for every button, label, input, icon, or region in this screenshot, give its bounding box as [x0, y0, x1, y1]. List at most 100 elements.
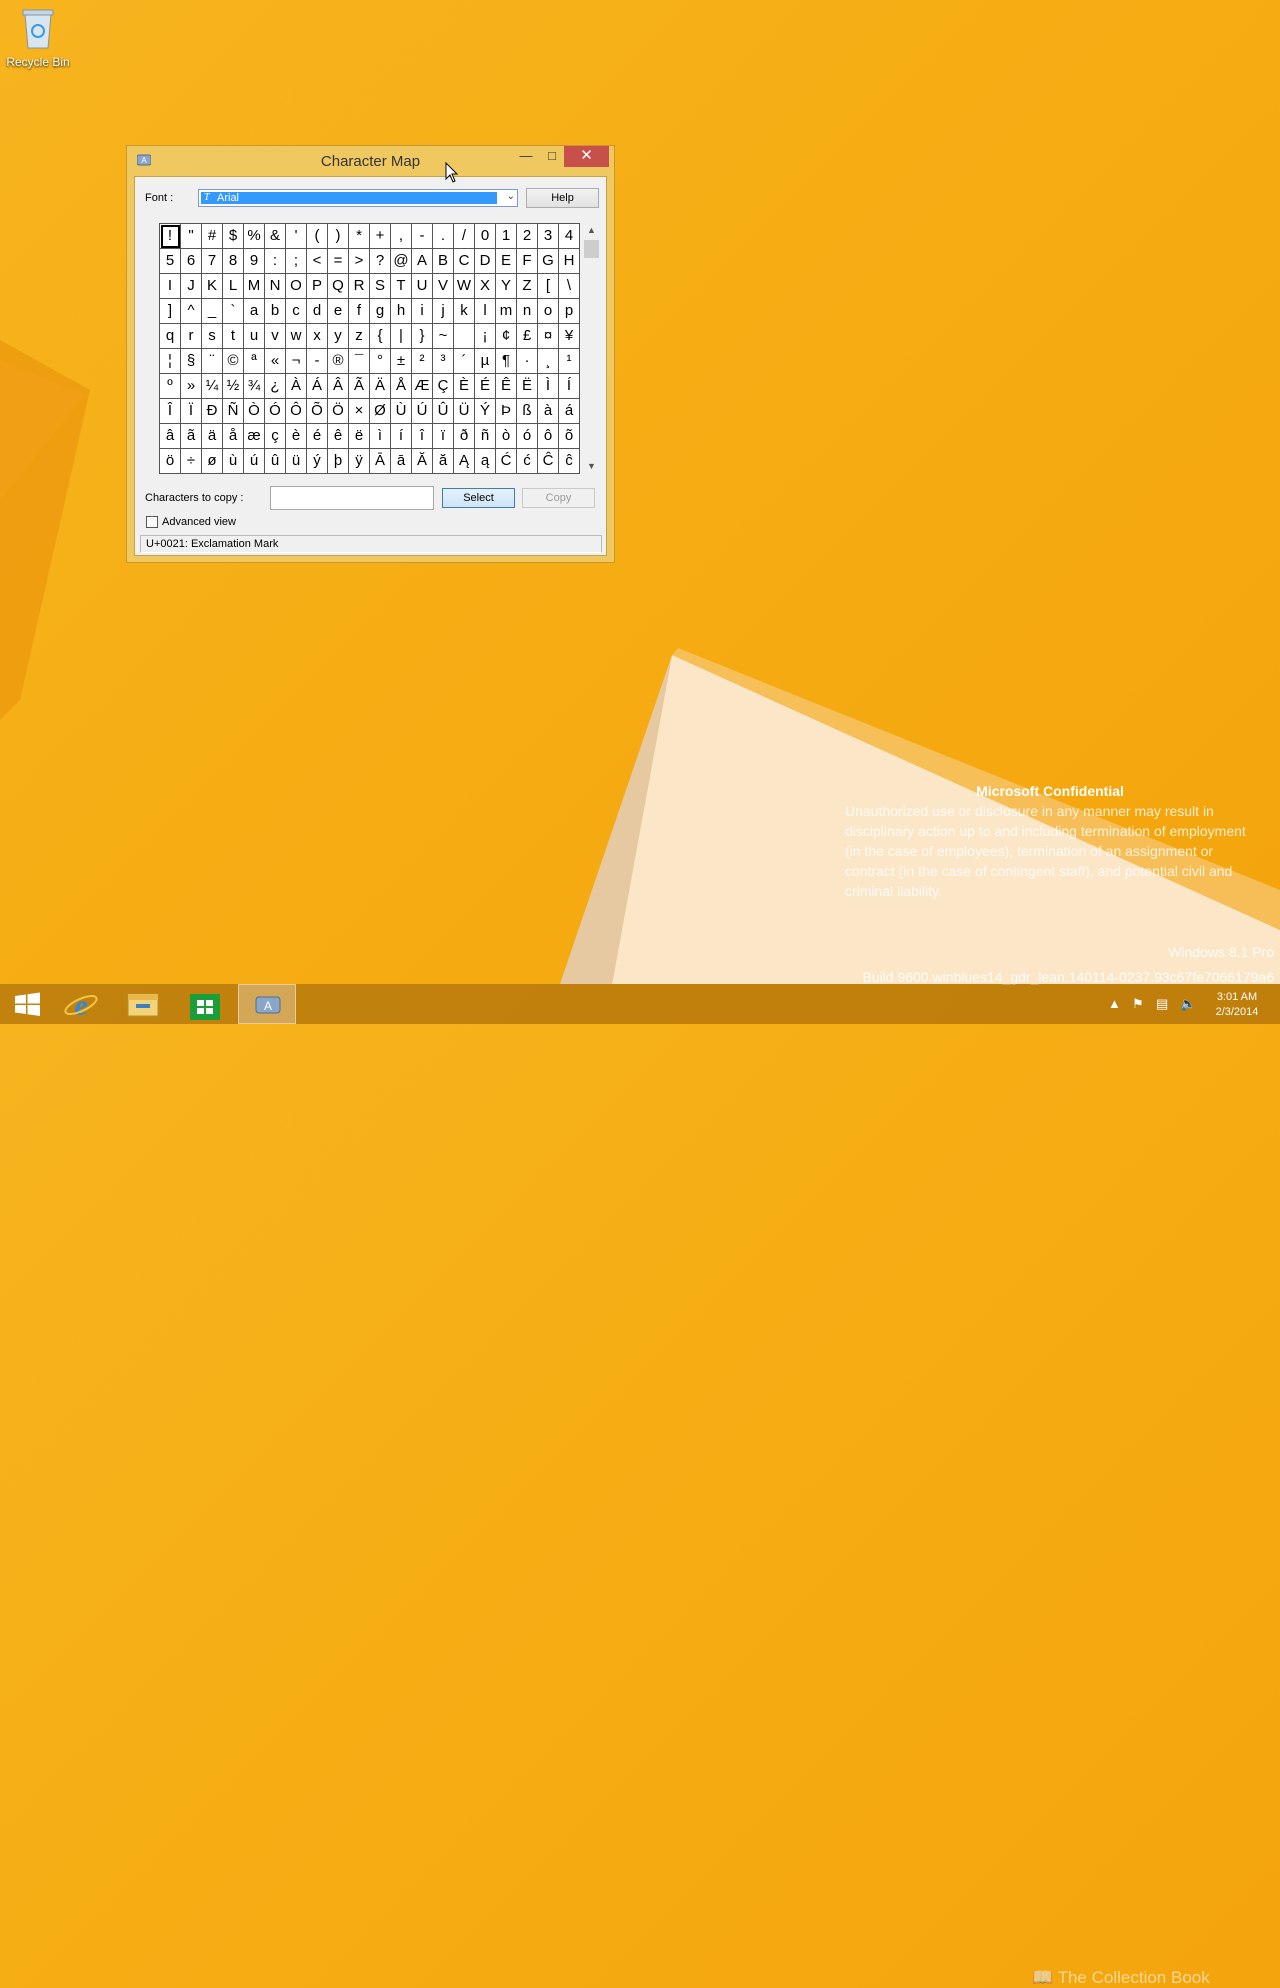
taskbar-internet-explorer[interactable]: e: [54, 984, 112, 1024]
char-cell[interactable]: S: [370, 274, 391, 299]
char-cell[interactable]: ¨: [202, 349, 223, 374]
char-cell[interactable]: ¯: [349, 349, 370, 374]
char-cell[interactable]: 4: [559, 224, 580, 249]
char-cell[interactable]: %: [244, 224, 265, 249]
scroll-up-icon[interactable]: ▲: [587, 225, 596, 235]
char-cell[interactable]: ®: [328, 349, 349, 374]
char-cell[interactable]: ^: [181, 299, 202, 324]
taskbar-file-explorer[interactable]: [114, 984, 172, 1024]
char-cell[interactable]: º: [160, 374, 181, 399]
char-cell[interactable]: N: [265, 274, 286, 299]
char-cell[interactable]: L: [223, 274, 244, 299]
char-cell[interactable]: ¢: [496, 324, 517, 349]
char-cell[interactable]: f: [349, 299, 370, 324]
volume-icon[interactable]: 🔈: [1180, 996, 1196, 1012]
char-cell[interactable]: 6: [181, 249, 202, 274]
char-cell[interactable]: ñ: [475, 424, 496, 449]
char-cell[interactable]: 1: [496, 224, 517, 249]
char-cell[interactable]: o: [538, 299, 559, 324]
char-cell[interactable]: ¿: [265, 374, 286, 399]
char-cell[interactable]: =: [328, 249, 349, 274]
char-cell[interactable]: s: [202, 324, 223, 349]
char-cell[interactable]: R: [349, 274, 370, 299]
char-cell[interactable]: ù: [223, 449, 244, 474]
char-cell[interactable]: y: [328, 324, 349, 349]
help-button[interactable]: Help: [526, 188, 599, 208]
font-dropdown[interactable]: T Arial ⌄: [198, 189, 518, 207]
char-cell[interactable]: B: [433, 249, 454, 274]
char-cell[interactable]: n: [517, 299, 538, 324]
char-cell[interactable]: Â: [328, 374, 349, 399]
char-cell[interactable]: ã: [181, 424, 202, 449]
char-cell[interactable]: v: [265, 324, 286, 349]
char-cell[interactable]: g: [370, 299, 391, 324]
char-cell[interactable]: >: [349, 249, 370, 274]
char-cell[interactable]: j: [433, 299, 454, 324]
char-cell[interactable]: 5: [160, 249, 181, 274]
char-cell[interactable]: õ: [559, 424, 580, 449]
char-cell[interactable]: V: [433, 274, 454, 299]
char-cell[interactable]: ç: [265, 424, 286, 449]
char-cell[interactable]: -: [307, 349, 328, 374]
character-grid[interactable]: ! " # $% & '() * +, -./0 1 2 3 4 5 6 7 8 9:; < = >? @ A B C D E F G H…: [159, 223, 580, 474]
char-cell[interactable]: $: [223, 224, 244, 249]
char-cell[interactable]: Í: [559, 374, 580, 399]
close-button[interactable]: ✕: [564, 146, 609, 167]
char-cell[interactable]: Ă: [412, 449, 433, 474]
char-cell[interactable]: ā: [391, 449, 412, 474]
char-cell[interactable]: ă: [433, 449, 454, 474]
char-cell[interactable]: ¡: [475, 324, 496, 349]
char-cell[interactable]: K: [202, 274, 223, 299]
char-cell[interactable]: a: [244, 299, 265, 324]
char-cell[interactable]: ¥: [559, 324, 580, 349]
taskbar-store[interactable]: [176, 984, 234, 1024]
char-cell[interactable]: {: [370, 324, 391, 349]
maximize-button[interactable]: □: [539, 146, 565, 167]
char-cell[interactable]: «: [265, 349, 286, 374]
char-cell[interactable]: Ð: [202, 399, 223, 424]
char-cell[interactable]: X: [475, 274, 496, 299]
scroll-thumb[interactable]: [584, 240, 599, 258]
char-cell[interactable]: r: [181, 324, 202, 349]
char-cell[interactable]: k: [454, 299, 475, 324]
char-cell[interactable]: T: [391, 274, 412, 299]
char-cell[interactable]: [454, 324, 475, 349]
scroll-down-icon[interactable]: ▼: [587, 461, 596, 471]
char-cell[interactable]: I: [160, 274, 181, 299]
char-cell[interactable]: Ö: [328, 399, 349, 424]
char-cell[interactable]: ": [181, 224, 202, 249]
grid-scrollbar[interactable]: ▲ ▼: [583, 223, 600, 473]
start-button[interactable]: [0, 984, 58, 1024]
char-cell[interactable]: »: [181, 374, 202, 399]
char-cell[interactable]: Ê: [496, 374, 517, 399]
chevron-down-icon[interactable]: ⌄: [507, 191, 515, 202]
char-cell[interactable]: ': [286, 224, 307, 249]
char-cell[interactable]: Ą: [454, 449, 475, 474]
char-cell[interactable]: w: [286, 324, 307, 349]
char-cell[interactable]: ·: [517, 349, 538, 374]
char-cell[interactable]: ê: [328, 424, 349, 449]
char-cell[interactable]: P: [307, 274, 328, 299]
char-cell[interactable]: J: [181, 274, 202, 299]
char-cell[interactable]: 8: [223, 249, 244, 274]
char-cell[interactable]: *: [349, 224, 370, 249]
char-cell[interactable]: ü: [286, 449, 307, 474]
advanced-view-label[interactable]: Advanced view: [162, 516, 236, 528]
char-cell[interactable]: (: [307, 224, 328, 249]
char-cell[interactable]: p: [559, 299, 580, 324]
char-cell[interactable]: ,: [391, 224, 412, 249]
char-cell[interactable]: z: [349, 324, 370, 349]
char-cell[interactable]: `: [223, 299, 244, 324]
char-cell[interactable]: ´: [454, 349, 475, 374]
char-cell[interactable]: Û: [433, 399, 454, 424]
char-cell[interactable]: ª: [244, 349, 265, 374]
char-cell[interactable]: ²: [412, 349, 433, 374]
network-icon[interactable]: ▤: [1156, 996, 1168, 1012]
char-cell[interactable]: æ: [244, 424, 265, 449]
char-cell[interactable]: ~: [433, 324, 454, 349]
char-cell[interactable]: G: [538, 249, 559, 274]
char-cell[interactable]: 2: [517, 224, 538, 249]
char-cell[interactable]: C: [454, 249, 475, 274]
action-center-flag-icon[interactable]: ⚑: [1132, 996, 1144, 1012]
char-cell[interactable]: x: [307, 324, 328, 349]
